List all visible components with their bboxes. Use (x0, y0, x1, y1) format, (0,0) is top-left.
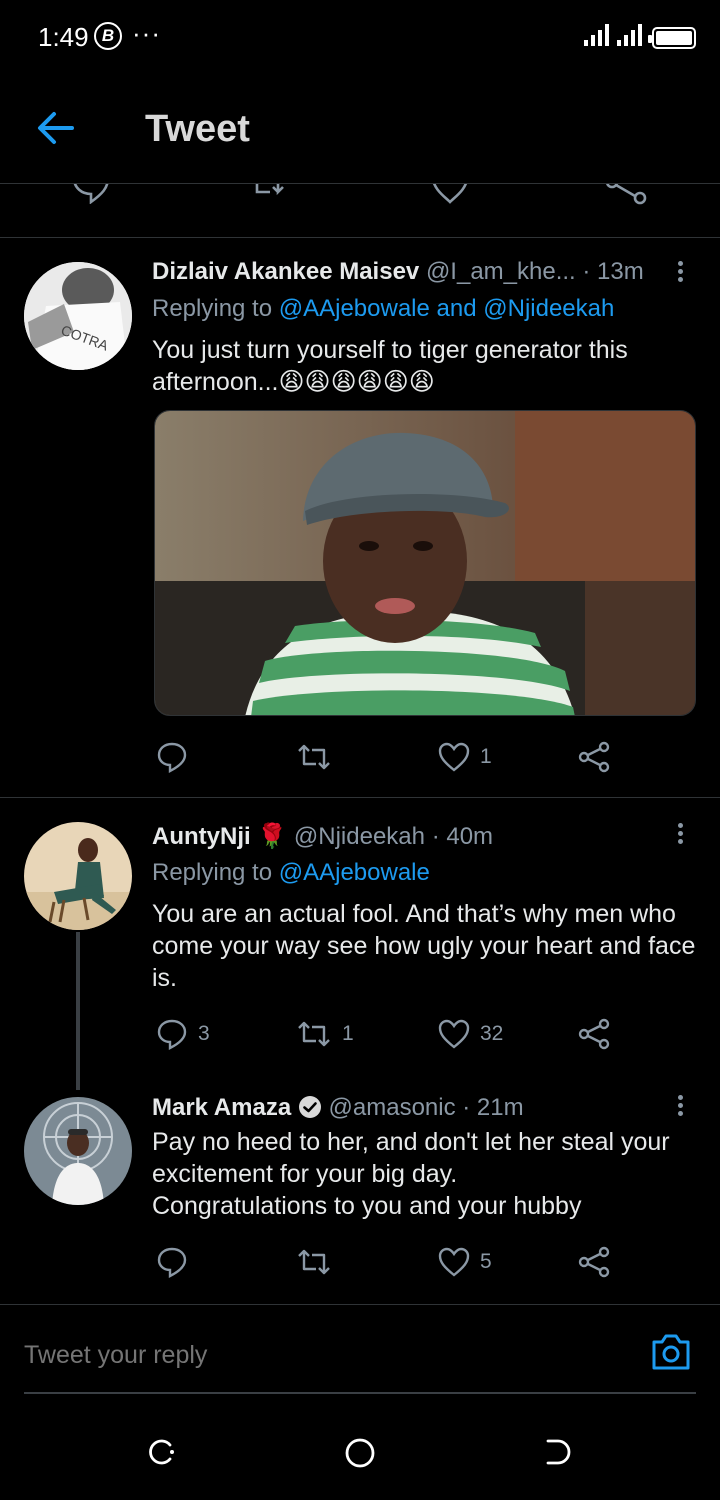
retweet-button[interactable]: 1 (296, 1014, 354, 1054)
share-icon (578, 741, 610, 773)
reply-icon (157, 742, 187, 773)
more-options-icon[interactable] (670, 820, 690, 850)
more-options-icon[interactable] (670, 258, 690, 288)
status-time: 1:49 (38, 22, 89, 52)
reply-count: 3 (198, 1022, 210, 1045)
like-count: 1 (480, 745, 492, 768)
replying-to: Replying to @AAjebowale (152, 859, 430, 887)
share-icon (578, 1018, 610, 1050)
tweet-text: You just turn yourself to tiger generato… (152, 336, 628, 396)
display-name[interactable]: Mark Amaza (152, 1094, 291, 1121)
tweet-text-line-2: excitement for your big day. (152, 1160, 458, 1188)
reply-icon (157, 1247, 187, 1278)
like-button[interactable]: 5 (438, 1242, 492, 1282)
like-count: 5 (480, 1250, 492, 1273)
back-icon[interactable] (544, 1437, 574, 1467)
avatar[interactable]: COTRA (24, 262, 132, 370)
tweet-text-line-1: Pay no heed to her, and don't let her st… (152, 1128, 670, 1156)
display-name[interactable]: AuntyNji (152, 823, 251, 850)
handle[interactable]: @amasonic (329, 1094, 456, 1121)
battery-icon (648, 27, 696, 49)
like-button[interactable]: 1 (438, 737, 492, 777)
signal-icon-2 (617, 24, 642, 46)
retweet-button[interactable] (296, 737, 332, 777)
like-count: 32 (480, 1022, 504, 1045)
tweet-image[interactable] (154, 410, 696, 716)
system-nav-bar (0, 1405, 720, 1500)
page-title: Tweet (145, 108, 250, 150)
replying-label: Replying to (152, 859, 273, 886)
tweet-text-line-3: Congratulations to you and your hubby (152, 1192, 582, 1220)
top-app-bar: Tweet (0, 72, 720, 184)
tweet-text: Pay no heed to her, and don't let her st… (152, 1126, 700, 1222)
tweet-header: AuntyNji 🌹 @Njideekah · 40m (152, 822, 493, 851)
retweet-icon[interactable] (252, 184, 294, 202)
heart-icon (438, 1019, 470, 1049)
retweet-icon (298, 1249, 330, 1275)
more-options-icon[interactable] (670, 1092, 690, 1122)
thread-line (76, 932, 80, 1090)
share-button[interactable] (578, 1242, 610, 1282)
avatar[interactable] (24, 822, 132, 930)
verified-badge-icon (298, 1096, 321, 1118)
heart-icon (438, 742, 470, 772)
share-icon[interactable] (606, 184, 648, 208)
reply-button[interactable] (156, 1242, 188, 1282)
handle[interactable]: @Njideekah (294, 823, 425, 850)
previous-tweet-actions (0, 184, 720, 238)
retweet-count: 1 (342, 1022, 354, 1045)
reply-button[interactable] (156, 737, 188, 777)
tweet-header: Mark Amaza @amasonic · 21m (152, 1094, 524, 1122)
share-button[interactable] (578, 1014, 610, 1054)
replying-label: Replying to (152, 295, 273, 322)
display-name[interactable]: Dizlaiv Akankee Maisev (152, 258, 419, 285)
status-bar: 1:49 B ··· (0, 0, 720, 72)
timestamp: · 21m (462, 1094, 524, 1121)
app-badge-icon: B (94, 22, 122, 50)
tweet-text: You are an actual fool. And that’s why m… (152, 900, 696, 992)
divider (0, 797, 720, 798)
heart-icon (438, 1247, 470, 1277)
timestamp: · 40m (431, 823, 494, 850)
mention-link[interactable]: @AAjebowale (279, 859, 430, 886)
rose-emoji: 🌹 (257, 823, 288, 850)
handle[interactable]: @I_am_khe... (426, 258, 576, 285)
share-icon (578, 1246, 610, 1278)
tweet-actions: 1 (152, 737, 700, 777)
reply-button[interactable]: 3 (156, 1014, 210, 1054)
notification-more-icon: ··· (132, 18, 161, 48)
retweet-button[interactable] (296, 1242, 332, 1282)
reply-input[interactable] (24, 1330, 624, 1380)
avatar[interactable] (24, 1097, 132, 1205)
timestamp: · 13m (582, 258, 644, 285)
back-arrow-icon[interactable] (36, 110, 76, 146)
tweet-actions: 3 1 32 (152, 1014, 700, 1054)
reply-underline (24, 1392, 696, 1394)
retweet-icon (298, 744, 330, 770)
mention-link[interactable]: @AAjebowale and @Njideekah (279, 295, 615, 322)
tweet-actions: 5 (152, 1242, 700, 1282)
replying-to: Replying to @AAjebowale and @Njideekah (152, 295, 614, 323)
tweet-header: Dizlaiv Akankee Maisev @I_am_khe... · 13… (152, 258, 644, 286)
like-icon[interactable] (430, 184, 470, 204)
camera-icon[interactable] (650, 1332, 692, 1372)
signal-icon (584, 24, 609, 46)
recent-apps-icon[interactable] (146, 1437, 176, 1467)
share-button[interactable] (578, 737, 610, 777)
retweet-icon (298, 1021, 330, 1047)
like-button[interactable]: 32 (438, 1014, 503, 1054)
home-icon[interactable] (344, 1437, 376, 1469)
reply-icon (157, 1019, 187, 1050)
reply-icon[interactable] (72, 184, 110, 204)
